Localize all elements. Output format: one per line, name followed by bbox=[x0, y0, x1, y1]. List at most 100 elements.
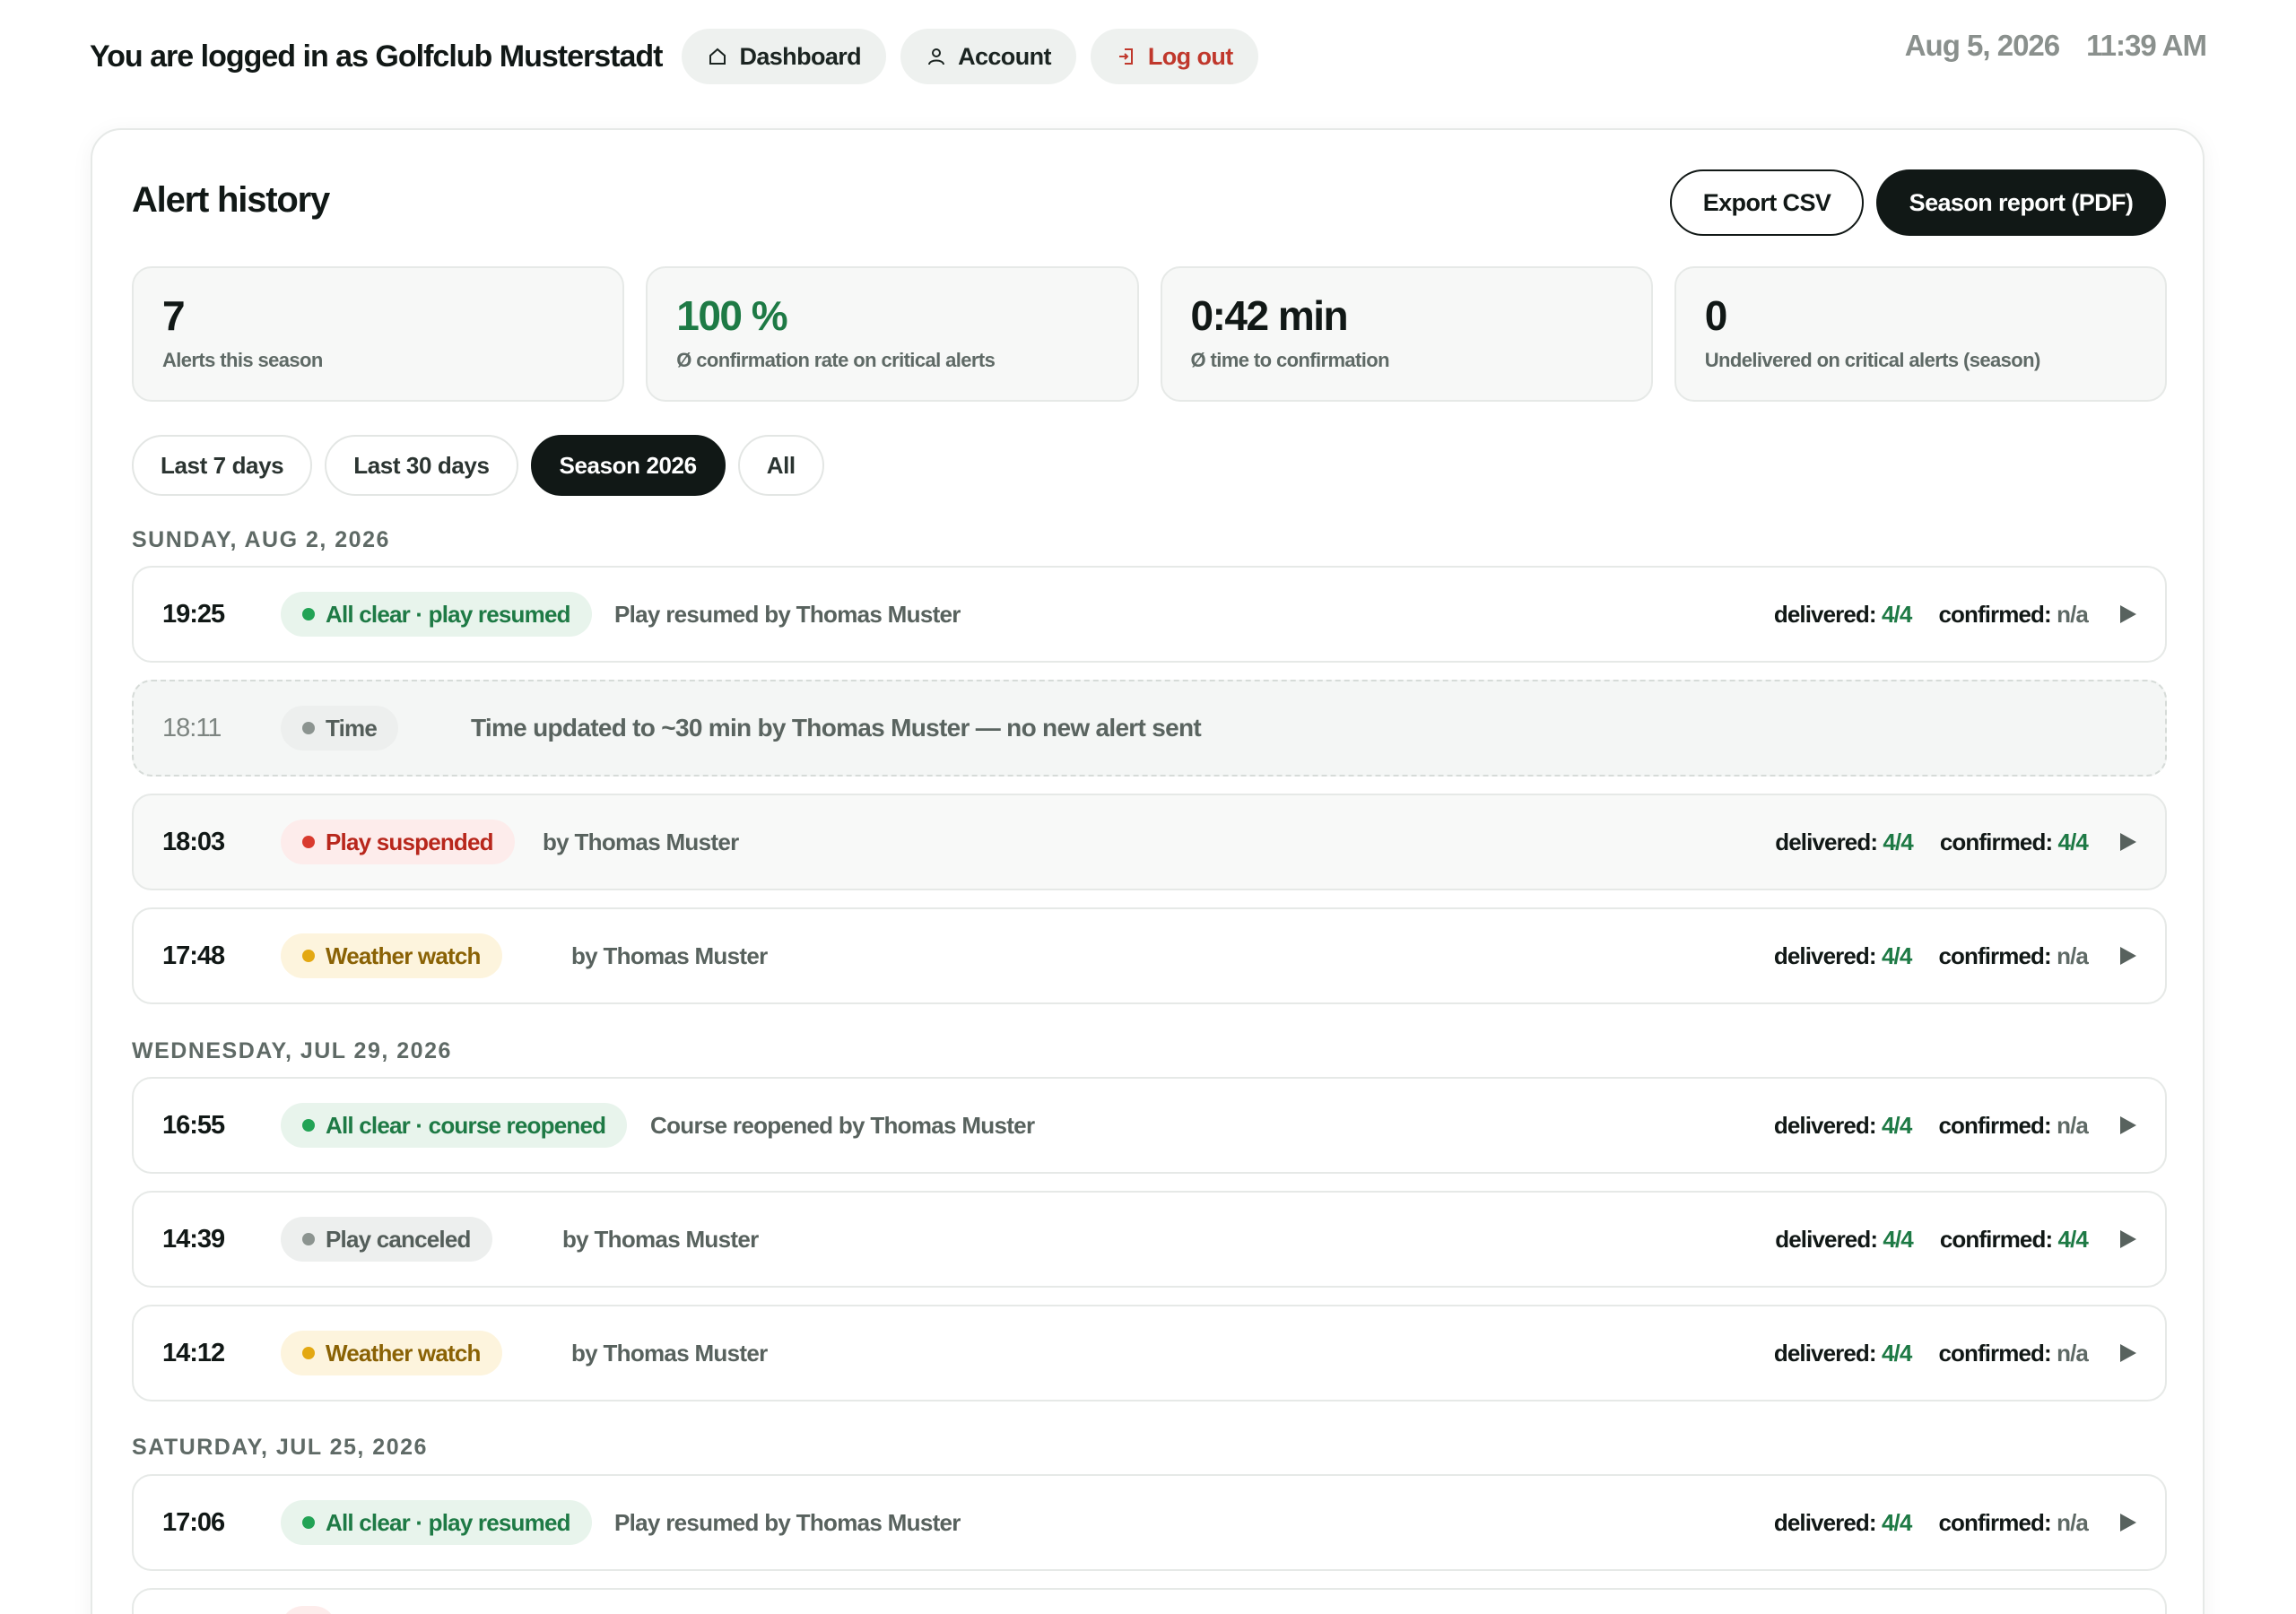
kpi-value: 0:42 min bbox=[1190, 292, 1349, 339]
alert-time: 16:55 bbox=[162, 1110, 225, 1140]
alert-history-card: Alert history Export CSV Season report (… bbox=[91, 128, 2205, 1614]
delivered-label: delivered: bbox=[1773, 941, 1877, 969]
delivered-value: 4/4 bbox=[1883, 1225, 1913, 1253]
current-date: Aug 5, 2026 bbox=[1904, 29, 2060, 62]
alert-time: 19:25 bbox=[162, 599, 225, 629]
status-badge bbox=[281, 1606, 336, 1614]
delivered-label: delivered: bbox=[1773, 1339, 1877, 1367]
alert-time: 17:48 bbox=[162, 941, 225, 970]
status-badge: Play suspended bbox=[281, 820, 515, 864]
status-dot bbox=[302, 1347, 315, 1359]
confirmed-label: confirmed: bbox=[1938, 600, 2051, 628]
confirmed-value: n/a bbox=[2057, 1339, 2089, 1367]
play-triangle-icon[interactable] bbox=[2118, 945, 2138, 967]
alert-row[interactable] bbox=[132, 1588, 2167, 1614]
kpi-label: Ø time to confirmation bbox=[1190, 349, 1390, 371]
login-status: You are logged in as Golfclub Musterstad… bbox=[90, 39, 663, 74]
badge-label: Weather watch bbox=[326, 1339, 481, 1367]
play-triangle-icon[interactable] bbox=[2118, 1115, 2138, 1136]
delivery-stats: delivered: 4/4 confirmed: n/a bbox=[1774, 1508, 2089, 1537]
kpi-label: Undelivered on critical alerts (season) bbox=[1704, 349, 2041, 371]
delivered-value: 4/4 bbox=[1883, 828, 1913, 855]
delivered-label: delivered: bbox=[1775, 1225, 1878, 1253]
confirmed-label: confirmed: bbox=[1938, 1111, 2051, 1139]
delivered-value: 4/4 bbox=[1882, 600, 1912, 628]
delivered-stat: delivered: 4/4 bbox=[1775, 1225, 1914, 1254]
status-badge: Weather watch bbox=[281, 1331, 502, 1375]
confirmed-stat: confirmed: n/a bbox=[1938, 601, 2088, 629]
delivered-label: delivered: bbox=[1773, 600, 1877, 628]
current-time: 11:39 AM bbox=[2086, 29, 2207, 62]
confirmed-stat: confirmed: 4/4 bbox=[1940, 828, 2089, 856]
alert-description: Play resumed by Thomas Muster bbox=[614, 600, 961, 628]
kpi-value: 100 % bbox=[676, 292, 787, 339]
dashboard-button[interactable]: Dashboard bbox=[682, 29, 887, 84]
play-triangle-icon[interactable] bbox=[2118, 603, 2138, 625]
confirmed-stat: confirmed: n/a bbox=[1938, 1340, 2088, 1367]
export-csv-button[interactable]: Export CSV bbox=[1670, 169, 1864, 236]
delivered-stat: delivered: 4/4 bbox=[1773, 941, 1913, 970]
alert-row[interactable]: 19:25 All clear · play resumed Play resu… bbox=[132, 566, 2167, 663]
delivered-stat: delivered: 4/4 bbox=[1774, 1508, 1913, 1537]
play-triangle-icon[interactable] bbox=[2118, 1512, 2138, 1533]
badge-label: Play canceled bbox=[326, 1225, 471, 1253]
badge-label: Time bbox=[326, 714, 378, 742]
status-dot bbox=[302, 1119, 315, 1132]
logout-button[interactable]: Log out bbox=[1090, 29, 1258, 84]
kpi-confirmation-rate: 100 % Ø confirmation rate on critical al… bbox=[646, 266, 1139, 402]
alert-time: 17:06 bbox=[162, 1507, 225, 1537]
status-badge: Weather watch bbox=[281, 933, 502, 978]
kpi-value: 0 bbox=[1704, 292, 1728, 339]
home-icon bbox=[709, 48, 726, 65]
status-dot bbox=[302, 950, 315, 962]
kpi-undelivered: 0 Undelivered on critical alerts (season… bbox=[1674, 266, 2167, 402]
confirmed-value: 4/4 bbox=[2057, 1225, 2089, 1253]
alert-description: by Thomas Muster bbox=[562, 1225, 759, 1253]
alert-row[interactable]: 17:06 All clear · play resumed Play resu… bbox=[132, 1474, 2167, 1571]
filter-all[interactable]: All bbox=[737, 435, 824, 496]
delivered-value: 4/4 bbox=[1882, 1508, 1912, 1536]
account-label: Account bbox=[958, 42, 1051, 70]
delivery-stats: delivered: 4/4 confirmed: n/a bbox=[1773, 600, 2089, 629]
alert-row[interactable]: 17:48 Weather watch by Thomas Muster del… bbox=[132, 907, 2167, 1004]
alert-row[interactable]: 14:12 Weather watch by Thomas Muster del… bbox=[132, 1305, 2167, 1401]
day-heading: WEDNESDAY, JUL 29, 2026 bbox=[132, 1038, 452, 1063]
delivery-stats: delivered: 4/4 confirmed: 4/4 bbox=[1775, 828, 2089, 856]
alert-row[interactable]: 14:39 Play canceled by Thomas Muster del… bbox=[132, 1191, 2167, 1288]
delivered-label: delivered: bbox=[1773, 1111, 1877, 1139]
confirmed-stat: confirmed: n/a bbox=[1938, 942, 2088, 970]
alert-time: 18:03 bbox=[162, 827, 225, 856]
alert-description: Course reopened by Thomas Muster bbox=[650, 1111, 1035, 1139]
page-title: Alert history bbox=[132, 180, 330, 220]
alert-description: by Thomas Muster bbox=[571, 1339, 768, 1367]
alert-row[interactable]: 16:55 All clear · course reopened Course… bbox=[132, 1077, 2167, 1174]
season-report-button[interactable]: Season report (PDF) bbox=[1876, 169, 2166, 236]
filter-last-30-days[interactable]: Last 30 days bbox=[325, 435, 518, 496]
alert-description: Time updated to ~30 min by Thomas Muster… bbox=[471, 714, 1202, 742]
day-heading: SUNDAY, AUG 2, 2026 bbox=[132, 527, 390, 552]
play-triangle-icon[interactable] bbox=[2118, 1228, 2138, 1250]
delivery-stats: delivered: 4/4 confirmed: n/a bbox=[1773, 1339, 2089, 1367]
play-triangle-icon[interactable] bbox=[2118, 1342, 2138, 1364]
play-triangle-icon[interactable] bbox=[2118, 831, 2138, 853]
confirmed-value: n/a bbox=[2057, 1508, 2089, 1536]
dashboard-label: Dashboard bbox=[739, 42, 862, 70]
confirmed-label: confirmed: bbox=[1938, 941, 2051, 969]
confirmed-value: n/a bbox=[2057, 600, 2089, 628]
status-badge: All clear · course reopened bbox=[281, 1103, 628, 1148]
filter-season-2026[interactable]: Season 2026 bbox=[530, 435, 726, 496]
delivered-stat: delivered: 4/4 bbox=[1773, 600, 1913, 629]
filter-last-7-days[interactable]: Last 7 days bbox=[132, 435, 313, 496]
alert-description: by Thomas Muster bbox=[571, 941, 768, 969]
badge-label: Weather watch bbox=[326, 941, 481, 969]
delivered-stat: delivered: 4/4 bbox=[1773, 1339, 1913, 1367]
logout-label: Log out bbox=[1147, 42, 1233, 70]
delivered-stat: delivered: 4/4 bbox=[1775, 828, 1914, 856]
confirmed-value: n/a bbox=[2057, 1111, 2089, 1139]
confirmed-value: 4/4 bbox=[2057, 828, 2089, 855]
status-badge: All clear · play resumed bbox=[281, 1500, 592, 1545]
alert-row[interactable]: 18:03 Play suspended by Thomas Muster de… bbox=[132, 794, 2167, 890]
alert-description: Play resumed by Thomas Muster bbox=[614, 1508, 961, 1536]
account-button[interactable]: Account bbox=[900, 29, 1076, 84]
status-dot bbox=[302, 1233, 315, 1245]
